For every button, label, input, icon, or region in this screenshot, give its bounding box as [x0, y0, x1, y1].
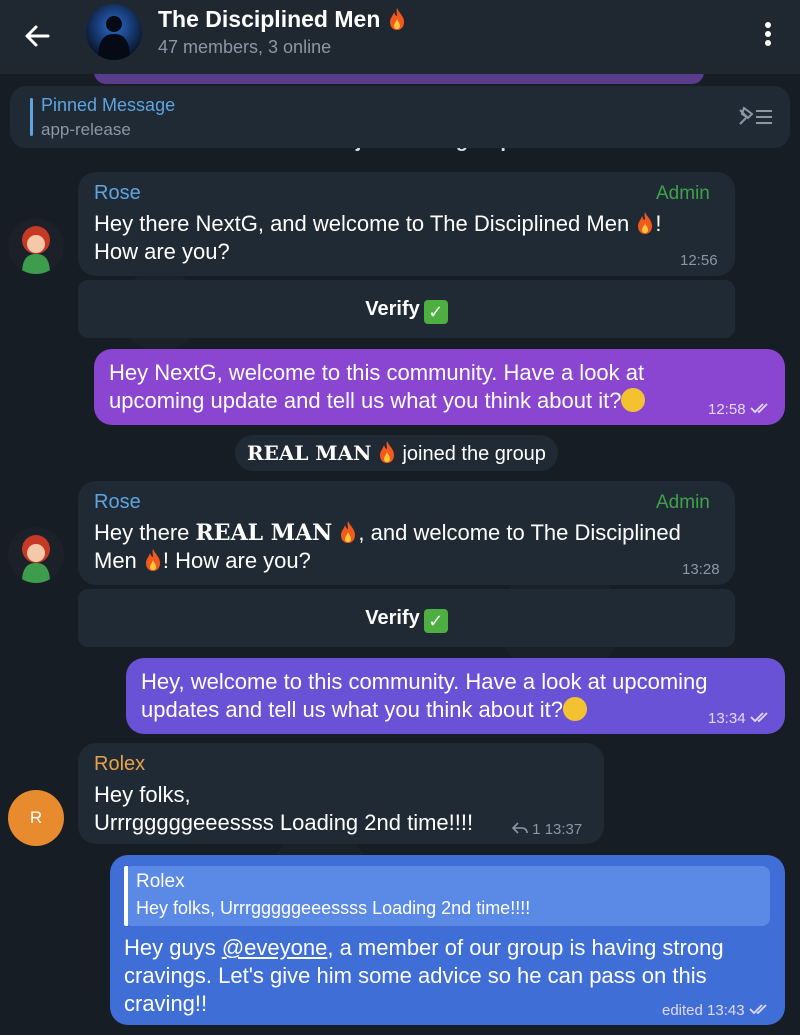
- reply-arrow-icon: [511, 822, 528, 834]
- sender-name[interactable]: Rolex: [94, 753, 145, 776]
- message-meta[interactable]: 1 13:37: [511, 821, 583, 838]
- message-text: Hey, welcome to this community. Have a l…: [141, 669, 708, 722]
- message-meta: edited 13:43: [662, 1002, 771, 1019]
- fire-emoji: [638, 212, 653, 234]
- fire-emoji: [145, 549, 160, 571]
- pinned-text: app-release: [41, 120, 131, 139]
- reply-indicator: [124, 866, 128, 926]
- message-text: Hey guys @eveyone, a member of our group…: [124, 935, 724, 1016]
- message-text: Hey NextG, welcome to this community. Ha…: [109, 360, 646, 413]
- fire-emoji: [389, 8, 404, 30]
- double-check-icon: [750, 403, 768, 414]
- message-time: 12:58: [708, 401, 772, 418]
- message-time: 13:34: [708, 710, 772, 727]
- group-avatar[interactable]: [86, 4, 142, 60]
- double-check-icon: [750, 712, 768, 723]
- pinned-indicator: [30, 98, 33, 136]
- pinned-list-button[interactable]: [736, 102, 776, 132]
- pinned-message-bar[interactable]: Pinned Message app-release: [10, 86, 790, 148]
- avatar-rose[interactable]: [8, 218, 64, 274]
- message-bubble-rose-1[interactable]: Rose Admin Hey there NextG, and welcome …: [78, 172, 735, 276]
- reply-quote[interactable]: Rolex Hey folks, Urrrgggggeeessss Loadin…: [124, 866, 770, 926]
- thinking-emoji: [621, 388, 646, 412]
- message-text: Hey there REAL MAN , and welcome to The …: [94, 520, 681, 573]
- fire-emoji: [379, 441, 394, 463]
- message-text: Hey folks, Urrrgggggeeessss Loading 2nd …: [94, 782, 474, 835]
- more-options-button[interactable]: [754, 18, 782, 50]
- pinned-label: Pinned Message: [41, 95, 176, 115]
- rose-avatar-icon: [8, 527, 64, 583]
- admin-badge: Admin: [656, 492, 710, 513]
- group-title[interactable]: The Disciplined Men: [158, 6, 407, 33]
- more-vertical-icon: [765, 22, 771, 46]
- edited-label: edited: [662, 1002, 703, 1019]
- verify-button[interactable]: Verify ✓: [78, 280, 735, 338]
- admin-badge: Admin: [656, 183, 710, 204]
- verify-button[interactable]: Verify ✓: [78, 589, 735, 647]
- thinking-emoji: [562, 697, 587, 721]
- reply-count: 1: [532, 821, 541, 838]
- fire-emoji: [341, 521, 356, 543]
- message-bubble-rose-2[interactable]: Rose Admin Hey there REAL MAN , and welc…: [78, 481, 735, 585]
- message-time: 12:56: [680, 252, 718, 269]
- message-text: Hey there NextG, and welcome to The Disc…: [94, 211, 662, 264]
- unpin-list-icon: [739, 106, 772, 125]
- silhouette-icon: [98, 16, 130, 60]
- back-arrow-icon: [25, 25, 50, 47]
- avatar-rolex[interactable]: R: [8, 790, 64, 846]
- reply-text: Hey folks, Urrrgggggeeessss Loading 2nd …: [136, 898, 531, 918]
- sender-name[interactable]: Rose: [94, 491, 141, 514]
- avatar-rose[interactable]: [8, 527, 64, 583]
- mention-link[interactable]: @eveyone: [222, 935, 328, 960]
- rose-avatar-icon: [8, 218, 64, 274]
- check-emoji: ✓: [423, 609, 448, 633]
- double-check-icon: [749, 1004, 767, 1015]
- message-time: 13:37: [544, 821, 583, 838]
- group-member-count: 47 members, 3 online: [158, 37, 332, 57]
- reply-sender: Rolex: [136, 871, 185, 892]
- message-bubble-outgoing-2[interactable]: Hey, welcome to this community. Have a l…: [126, 658, 785, 734]
- service-message-joined: REAL MAN joined the group: [235, 435, 558, 471]
- message-time: 13:43: [707, 1002, 745, 1019]
- back-button[interactable]: [20, 18, 56, 54]
- check-emoji: ✓: [423, 300, 448, 324]
- message-bubble-rolex[interactable]: Rolex Hey folks, Urrrgggggeeessss Loadin…: [78, 743, 604, 844]
- message-time: 13:28: [682, 561, 720, 578]
- chat-header: The Disciplined Men 47 members, 3 online: [0, 0, 800, 74]
- sender-name[interactable]: Rose: [94, 182, 141, 205]
- message-bubble-outgoing-1[interactable]: Hey NextG, welcome to this community. Ha…: [94, 349, 785, 425]
